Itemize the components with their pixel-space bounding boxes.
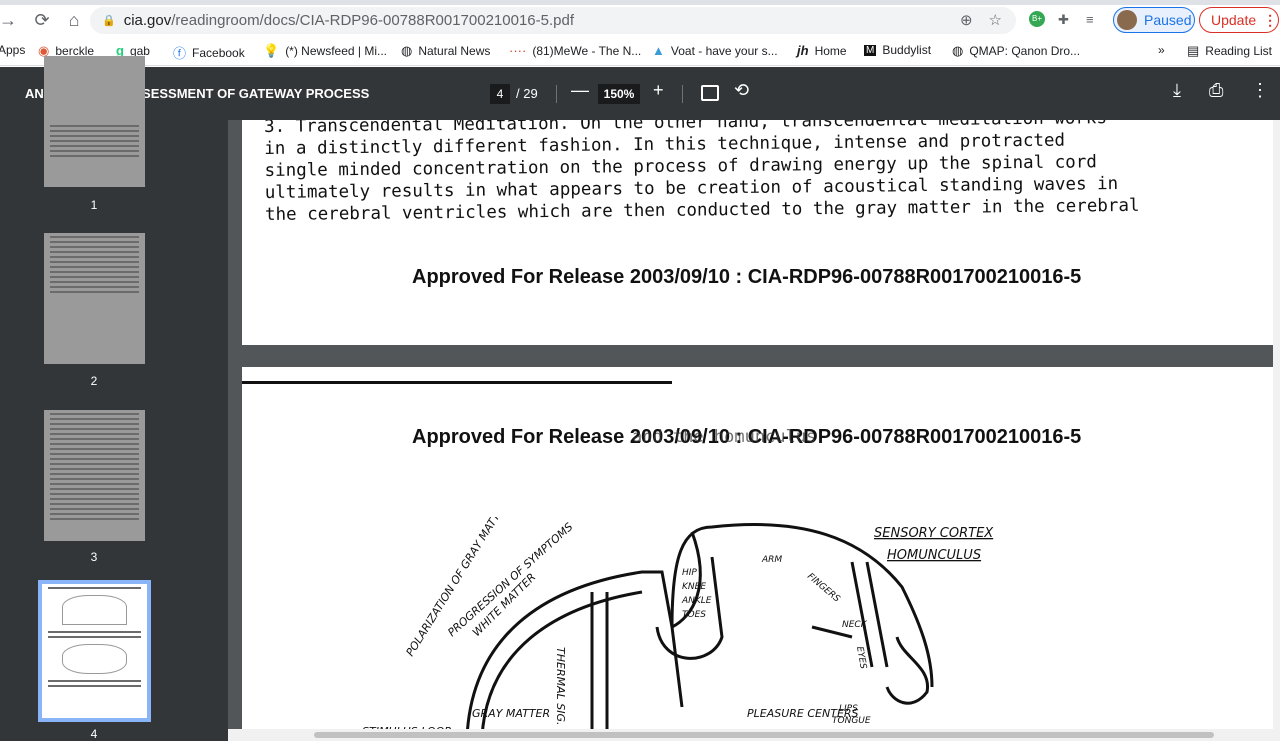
reading-list-button[interactable]: ▤ Reading List bbox=[1187, 43, 1272, 59]
extension-b-plus-icon[interactable]: B+ bbox=[1029, 11, 1045, 27]
update-label: Update bbox=[1211, 12, 1257, 28]
jh-icon: jh bbox=[797, 43, 809, 58]
main-vertical-scrollbar[interactable] bbox=[1273, 120, 1280, 729]
bookmark-buddylist[interactable]: M Buddylist bbox=[864, 43, 931, 57]
release-footer: Approved For Release 2003/09/10 : CIA-RD… bbox=[412, 266, 1082, 288]
thumbnail-page-1[interactable] bbox=[44, 56, 145, 187]
page-number-input[interactable]: 4 bbox=[490, 84, 510, 104]
bookmarks-overflow[interactable]: » bbox=[1158, 43, 1165, 57]
thumbnail-page-2[interactable] bbox=[44, 233, 145, 364]
page-total: / 29 bbox=[516, 86, 538, 101]
download-icon[interactable]: ⤓ bbox=[1173, 80, 1181, 101]
bookmark-mewe[interactable]: ···· (81)MeWe - The N... bbox=[509, 43, 641, 58]
thumbnail-label: 4 bbox=[90, 727, 98, 741]
update-button[interactable]: Update ⋮ bbox=[1199, 7, 1279, 33]
home-icon[interactable]: ⌂ bbox=[60, 10, 88, 31]
zoom-icon[interactable]: ⊕ bbox=[960, 11, 973, 29]
extensions-puzzle-icon[interactable]: ✚ bbox=[1058, 12, 1069, 28]
divider bbox=[556, 85, 557, 103]
thumbnail-sidebar: 1 2 3 4 bbox=[0, 56, 239, 741]
overlap-text: and the homunculus bbox=[632, 427, 817, 447]
forward-icon[interactable]: → bbox=[0, 10, 22, 31]
rotate-icon[interactable]: ⟲ bbox=[734, 80, 749, 101]
pdf-page-3: 3. Transcendental Meditation. On the oth… bbox=[242, 120, 1273, 345]
bookmark-apps[interactable]: Apps bbox=[0, 43, 25, 57]
horizontal-scrollbar[interactable] bbox=[228, 729, 1280, 741]
url-path: /readingroom/docs/CIA-RDP96-00788R001700… bbox=[171, 12, 574, 29]
label-arm: ARM bbox=[761, 555, 782, 565]
fit-page-icon[interactable] bbox=[701, 85, 719, 101]
zoom-out-icon[interactable]: — bbox=[571, 80, 589, 101]
label-pleasure: PLEASURE CENTERS bbox=[747, 707, 859, 720]
profile-button[interactable]: Paused bbox=[1113, 7, 1195, 33]
bookmark-newsfeed[interactable]: 💡 (*) Newsfeed | Mi... bbox=[263, 43, 387, 59]
globe-icon: ◍ bbox=[401, 43, 413, 58]
lock-icon: 🔒 bbox=[102, 15, 116, 27]
bookmark-natural-news[interactable]: ◍ Natural News bbox=[401, 43, 490, 59]
zoom-level-input[interactable]: 150% bbox=[598, 84, 640, 104]
brain-homunculus-diagram: POLARIZATION OF GRAY MATTER CAUSES PROGR… bbox=[362, 517, 994, 738]
star-icon[interactable]: ☆ bbox=[989, 11, 1002, 29]
buddylist-icon: M bbox=[864, 44, 877, 56]
pdf-viewer: 3. Transcendental Meditation. On the oth… bbox=[228, 120, 1280, 741]
pdf-page-4: Approved For Release 2003/09/10 : CIA-RD… bbox=[242, 367, 1273, 741]
url-host: cia.gov bbox=[123, 12, 172, 29]
address-bar[interactable]: 🔒 cia.gov/readingroom/docs/CIA-RDP96-007… bbox=[90, 7, 1016, 34]
lightbulb-icon: 💡 bbox=[263, 43, 280, 58]
label-thermal: THERMAL SIG. bbox=[554, 647, 567, 725]
label-homunculus: HOMUNCULUS bbox=[887, 548, 981, 563]
reload-icon[interactable]: ⟳ bbox=[28, 10, 56, 31]
globe-icon: ◍ bbox=[952, 43, 964, 58]
media-queue-icon[interactable]: ≡ bbox=[1086, 12, 1094, 27]
label-knee: KNEE bbox=[682, 582, 706, 592]
thumbnail-label: 1 bbox=[90, 198, 98, 212]
profile-label: Paused bbox=[1144, 12, 1192, 28]
label-hip: HIP bbox=[682, 568, 697, 578]
bookmark-voat[interactable]: ▲ Voat - have your s... bbox=[652, 43, 778, 58]
homunculus-face bbox=[885, 636, 929, 705]
label-neck: NECK bbox=[842, 620, 868, 630]
more-actions-icon[interactable]: ⋮ bbox=[1251, 80, 1269, 101]
more-vert-icon: ⋮ bbox=[1263, 11, 1278, 28]
divider bbox=[682, 85, 683, 103]
scrollbar-thumb[interactable] bbox=[314, 732, 1214, 738]
label-eyes: EYES bbox=[854, 646, 868, 670]
label-toes: TOES bbox=[682, 610, 706, 620]
thumbnail-page-4[interactable] bbox=[38, 580, 151, 722]
bookmark-qmap[interactable]: ◍ QMAP: Qanon Dro... bbox=[952, 43, 1080, 59]
label-fingers: FINGERS bbox=[805, 572, 842, 605]
address-row: → ⟳ ⌂ 🔒 cia.gov/readingroom/docs/CIA-RDP… bbox=[0, 5, 1280, 36]
zoom-in-icon[interactable]: + bbox=[653, 80, 664, 101]
mewe-icon: ···· bbox=[509, 43, 527, 58]
bookmark-facebook[interactable]: ⓕ Facebook bbox=[173, 43, 245, 62]
label-gray-matter: GRAY MATTER bbox=[472, 707, 550, 720]
facebook-icon: ⓕ bbox=[173, 46, 187, 61]
avatar bbox=[1117, 10, 1137, 30]
print-icon[interactable]: ⎙ bbox=[1209, 80, 1223, 101]
scan-line bbox=[242, 381, 672, 384]
document-body: 3. Transcendental Meditation. On the oth… bbox=[264, 120, 1265, 226]
pdf-toolbar: ANALYSIS AND ASSESSMENT OF GATEWAY PROCE… bbox=[0, 67, 1280, 120]
thumbnail-label: 2 bbox=[90, 374, 98, 388]
thermal-signal-arrows bbox=[590, 592, 609, 737]
reading-list-icon: ▤ bbox=[1187, 43, 1200, 58]
thumbnail-label: 3 bbox=[90, 550, 98, 564]
label-sensory-cortex: SENSORY CORTEX bbox=[874, 526, 994, 541]
thumbnail-page-3[interactable] bbox=[44, 410, 145, 541]
bookmark-home[interactable]: jh Home bbox=[797, 43, 847, 58]
label-ankle: ANKLE bbox=[681, 596, 712, 606]
voat-icon: ▲ bbox=[652, 43, 665, 58]
bookmarks-bar: Apps ◉ berckle g gab ⓕ Facebook 💡 (*) Newsfe… bbox=[0, 36, 1280, 66]
